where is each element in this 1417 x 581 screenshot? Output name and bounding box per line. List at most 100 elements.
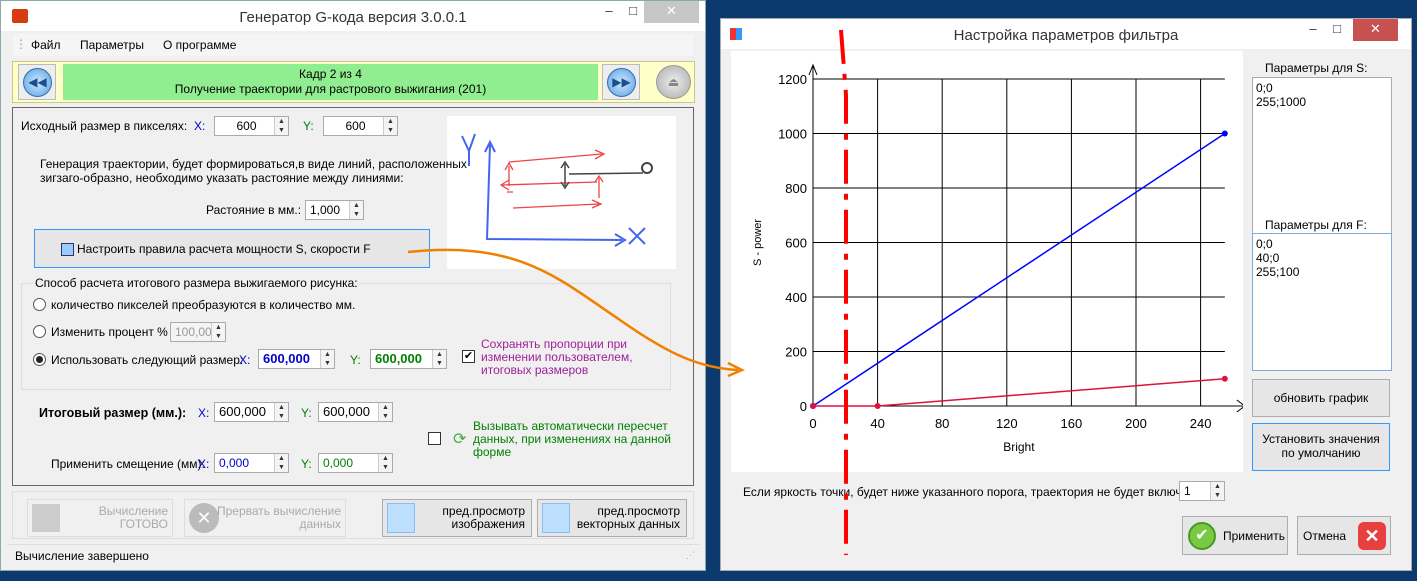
maximize-button[interactable]: □ bbox=[621, 1, 645, 23]
series-point-1 bbox=[1221, 375, 1228, 382]
percent-input[interactable]: 100,00 ▲ ▼ bbox=[170, 322, 226, 342]
y-tick-label: 800 bbox=[785, 181, 807, 196]
nav-bar: ◀◀ Кадр 2 из 4 Получение траектории для … bbox=[12, 61, 695, 103]
y-tick-label: 0 bbox=[800, 399, 807, 414]
radio-use-size-label: Использовать следующий размер: bbox=[51, 353, 244, 367]
eject-icon: ⏏ bbox=[667, 75, 680, 89]
final-size-label: Итоговый размер (мм.): bbox=[39, 406, 187, 420]
series-point-1 bbox=[810, 403, 816, 409]
dialog-close-button[interactable]: ✕ bbox=[1353, 19, 1398, 41]
f-params-textarea[interactable]: 0;0 40;0 255;100 bbox=[1252, 233, 1392, 371]
calculate-button[interactable]: Вычисление ГОТОВО bbox=[27, 499, 173, 537]
offset-x-input[interactable]: 0,000 ▲ ▼ bbox=[214, 453, 289, 473]
calculate-icon bbox=[32, 504, 60, 532]
source-size-label: Исходный размер в пикселях: bbox=[21, 119, 188, 133]
dialog-maximize-button[interactable]: □ bbox=[1325, 19, 1349, 41]
filter-settings-dialog: Настройка параметров фильтра – □ ✕ 0 200 4… bbox=[720, 18, 1412, 571]
y-tick-label: 200 bbox=[785, 345, 807, 360]
rewind-icon: ◀◀ bbox=[23, 68, 52, 97]
use-size-y-input[interactable]: 600,000 ▲ ▼ bbox=[370, 349, 447, 369]
set-defaults-button[interactable]: Установить значения по умолчанию bbox=[1252, 423, 1390, 471]
radio-use-size[interactable] bbox=[33, 353, 46, 366]
radio-percent[interactable] bbox=[33, 325, 46, 338]
threshold-input[interactable]: 1 ▲ ▼ bbox=[1179, 481, 1225, 501]
dialog-title-bar: Настройка параметров фильтра – □ ✕ bbox=[721, 19, 1411, 49]
keep-proportions-checkbox[interactable]: ✔ bbox=[462, 350, 475, 363]
main-window: Генератор G-кода версия 3.0.0.1 – □ ✕ ⋮ … bbox=[0, 0, 706, 571]
preview-vector-button[interactable]: пред.просмотр векторных данных bbox=[537, 499, 687, 537]
series-point-0 bbox=[1221, 130, 1228, 137]
y-label: Y: bbox=[301, 457, 312, 471]
y-axis-label: S - power bbox=[752, 219, 764, 266]
menu-file[interactable]: Файл bbox=[31, 38, 61, 52]
close-button[interactable]: ✕ bbox=[644, 1, 699, 23]
offset-y-input[interactable]: 0,000 ▲ ▼ bbox=[318, 453, 393, 473]
distance-input[interactable]: 1,000 ▲ ▼ bbox=[305, 200, 364, 220]
y-tick-label: 1000 bbox=[778, 127, 807, 142]
menu-bar: ⋮ Файл Параметры О программе bbox=[13, 34, 693, 56]
title-bar: Генератор G-кода версия 3.0.0.1 – □ ✕ bbox=[1, 1, 705, 31]
refresh-icon: ⟳ bbox=[453, 431, 467, 448]
minimize-button[interactable]: – bbox=[597, 1, 621, 23]
y-label: Y: bbox=[301, 406, 312, 420]
image-preview-icon bbox=[387, 503, 415, 533]
x-label: X: bbox=[198, 457, 210, 471]
fast-forward-icon: ▶▶ bbox=[607, 68, 636, 97]
source-y-input[interactable]: 600 ▲ ▼ bbox=[323, 116, 398, 136]
calculator-icon bbox=[61, 243, 74, 257]
grip-icon: ⋮ bbox=[15, 37, 27, 51]
x-label: X: bbox=[194, 119, 206, 133]
stop-icon: ✕ bbox=[189, 503, 219, 533]
radio-pixels-to-mm-label: количество пикселей преобразуются в коли… bbox=[51, 298, 356, 312]
configure-power-speed-button[interactable]: Настроить правила расчета мощности S, ск… bbox=[34, 229, 430, 268]
x-axis-label: Bright bbox=[1003, 440, 1035, 454]
x-tick-label: 160 bbox=[1061, 416, 1083, 431]
prev-frame-button[interactable]: ◀◀ bbox=[18, 64, 56, 100]
auto-recalc-label: Вызывать автоматически пересчет данных, п… bbox=[473, 419, 671, 459]
offset-label: Применить смещение (мм): bbox=[51, 457, 205, 471]
resize-grip-icon[interactable]: ⋰ bbox=[686, 550, 695, 561]
use-size-x-input[interactable]: 600,000 ▲ ▼ bbox=[258, 349, 335, 369]
cancel-button[interactable]: Отмена ✕ bbox=[1297, 516, 1391, 555]
frame-description: Получение траектории для растрового выжи… bbox=[174, 82, 487, 96]
y-label: Y: bbox=[350, 353, 361, 367]
x-label: X: bbox=[198, 406, 210, 420]
apply-button[interactable]: ✔ Применить bbox=[1182, 516, 1288, 555]
menu-parameters[interactable]: Параметры bbox=[80, 38, 144, 52]
status-bar: Вычисление завершено ⋰ bbox=[7, 544, 699, 566]
y-tick-label: 1200 bbox=[778, 72, 807, 87]
x-tick-label: 200 bbox=[1125, 416, 1147, 431]
final-x-input[interactable]: 600,000 ▲ ▼ bbox=[214, 402, 289, 422]
radio-pixels-to-mm[interactable] bbox=[33, 298, 46, 311]
filter-chart: 0 200 400 600 800 1000 1200 0 40 80 120 160 200 240 Br… bbox=[731, 51, 1243, 472]
abort-calculation-button[interactable]: ✕ Прервать вычисление данных bbox=[184, 499, 346, 537]
auto-recalc-checkbox[interactable] bbox=[428, 432, 441, 445]
y-tick-label: 400 bbox=[785, 290, 807, 305]
cancel-icon: ✕ bbox=[1358, 522, 1386, 550]
menu-about[interactable]: О программе bbox=[163, 38, 236, 52]
x-tick-label: 40 bbox=[870, 416, 884, 431]
s-params-textarea[interactable]: 0;0 255;1000 bbox=[1252, 77, 1392, 241]
distance-label: Растояние в мм.: bbox=[206, 203, 302, 217]
dialog-minimize-button[interactable]: – bbox=[1301, 19, 1325, 41]
status-text: Вычисление завершено bbox=[15, 549, 149, 563]
trajectory-sketch-image bbox=[447, 116, 676, 269]
description-text: Генерация траектории, будет формироватьс… bbox=[40, 157, 467, 185]
preview-image-button[interactable]: пред.просмотр изображения bbox=[382, 499, 532, 537]
frame-counter: Кадр 2 из 4 bbox=[299, 67, 362, 81]
x-label: X: bbox=[239, 353, 251, 367]
final-y-input[interactable]: 600,000 ▲ ▼ bbox=[318, 402, 393, 422]
next-frame-button[interactable]: ▶▶ bbox=[602, 64, 640, 100]
series-point-1 bbox=[874, 403, 881, 409]
frame-info: Кадр 2 из 4 Получение траектории для рас… bbox=[63, 64, 598, 100]
x-tick-label: 240 bbox=[1190, 416, 1212, 431]
checkmark-icon: ✔ bbox=[1188, 522, 1216, 550]
eject-button[interactable]: ⏏ bbox=[656, 65, 691, 99]
y-tick-label: 600 bbox=[785, 236, 807, 251]
source-x-input[interactable]: 600 ▲ ▼ bbox=[214, 116, 289, 136]
refresh-chart-button[interactable]: обновить график bbox=[1252, 379, 1390, 417]
s-params-label: Параметры для S: bbox=[1265, 61, 1368, 75]
group-title: Способ расчета итогового размера выжигае… bbox=[33, 276, 360, 290]
threshold-label: Если яркость точки, будет ниже указанног… bbox=[743, 485, 1205, 499]
y-label: Y: bbox=[303, 119, 314, 133]
